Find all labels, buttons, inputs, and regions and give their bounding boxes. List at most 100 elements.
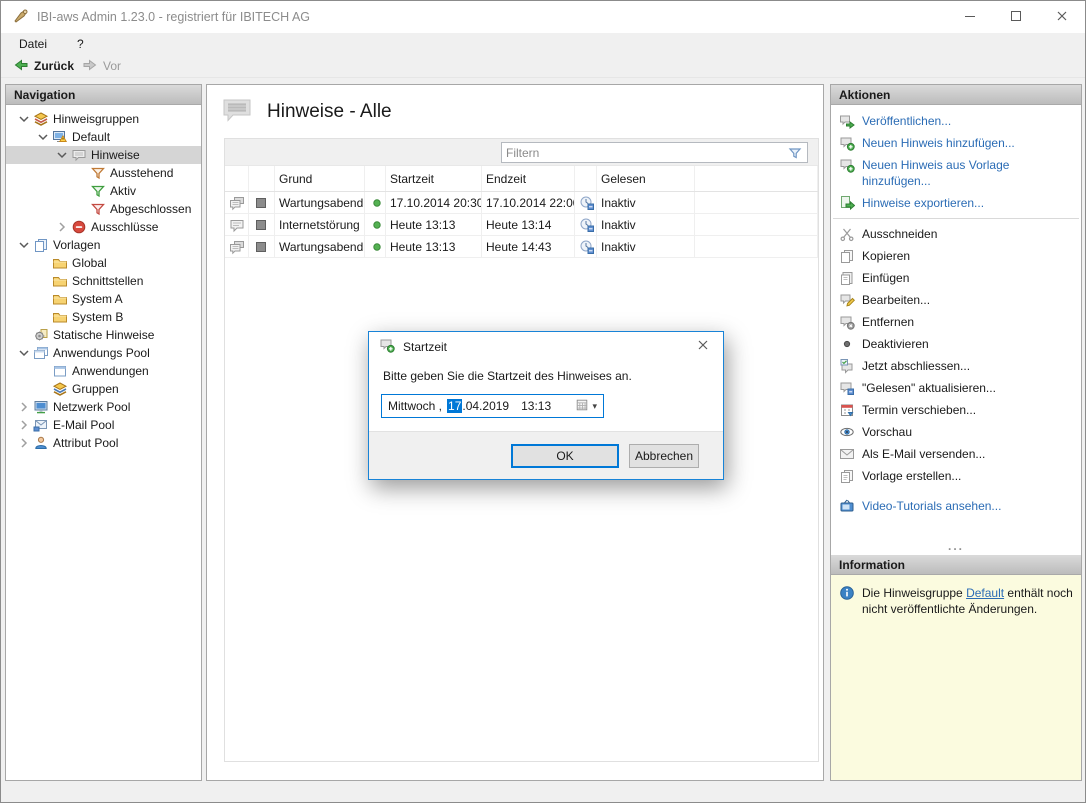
sidebar-item-ausstehend[interactable]: Ausstehend	[6, 164, 201, 182]
datetime-selected-day[interactable]: 17	[447, 399, 462, 413]
action-termin-verschieben[interactable]: Termin verschieben...	[831, 399, 1081, 421]
action-einfuegen[interactable]: Einfügen	[831, 267, 1081, 289]
sidebar-item-abgeschlossen[interactable]: Abgeschlossen	[6, 200, 201, 218]
datetime-date[interactable]: .04.2019	[462, 399, 509, 413]
sidebar-item-anwendungs-pool[interactable]: Anwendungs Pool	[6, 344, 201, 362]
status-active-icon	[369, 217, 385, 233]
datetime-picker[interactable]: Mittwoch , 17 .04.2019 13:13 ▾	[381, 394, 604, 418]
action-deaktivieren[interactable]: Deaktivieren	[831, 333, 1081, 355]
action-label: "Gelesen" aktualisieren...	[862, 380, 996, 396]
filter-input[interactable]: Filtern	[501, 142, 808, 163]
chevron-down-icon[interactable]	[16, 111, 32, 127]
sidebar-item-netzwerk-pool[interactable]: Netzwerk Pool	[6, 398, 201, 416]
dialog-bubble-plus-icon	[379, 337, 395, 356]
tv-icon	[839, 498, 855, 514]
chevron-down-icon[interactable]	[35, 129, 51, 145]
chevron-down-icon[interactable]	[16, 345, 32, 361]
action-entfernen[interactable]: Entfernen	[831, 311, 1081, 333]
cell-endzeit: Heute 13:14	[482, 214, 575, 235]
action-neuen-hinweis-aus-vorlage-hinzufuegen[interactable]: Neuen Hinweis aus Vorlage hinzufügen...	[831, 154, 1081, 192]
remove-icon	[839, 314, 855, 330]
menu-help[interactable]: ?	[73, 35, 88, 53]
table-row[interactable]: Wartungsabend 17.10.2014 20:30 17.10.201…	[225, 192, 818, 214]
column-header-startzeit[interactable]: Startzeit	[386, 166, 482, 191]
eye-icon	[839, 424, 855, 440]
sidebar-item-ausschluesse[interactable]: Ausschlüsse	[6, 218, 201, 236]
sidebar-item-aktiv[interactable]: Aktiv	[6, 182, 201, 200]
column-header-gelesen[interactable]: Gelesen	[597, 166, 695, 191]
ok-button[interactable]: OK	[511, 444, 619, 468]
sidebar-item-system-a[interactable]: System A	[6, 290, 201, 308]
tree-item-label: Attribut Pool	[53, 436, 118, 450]
action-bearbeiten[interactable]: Bearbeiten...	[831, 289, 1081, 311]
column-header-grund[interactable]: Grund	[275, 166, 365, 191]
sidebar-item-hinweisgruppen[interactable]: Hinweisgruppen	[6, 110, 201, 128]
sidebar-item-schnittstellen[interactable]: Schnittstellen	[6, 272, 201, 290]
chevron-spacer	[73, 183, 89, 199]
sidebar-item-attribut-pool[interactable]: Attribut Pool	[6, 434, 201, 452]
maximize-button[interactable]	[993, 1, 1039, 33]
action-jetzt-abschliessen[interactable]: Jetzt abschliessen...	[831, 355, 1081, 377]
action-video-tutorials-ansehen[interactable]: Video-Tutorials ansehen...	[831, 495, 1081, 517]
close-button[interactable]	[1039, 1, 1085, 33]
sidebar-item-statische-hinweise[interactable]: Statische Hinweise	[6, 326, 201, 344]
sidebar-item-system-b[interactable]: System B	[6, 308, 201, 326]
dialog-close-button[interactable]	[693, 335, 713, 358]
menu-datei[interactable]: Datei	[15, 35, 51, 53]
column-header-endzeit[interactable]: Endzeit	[482, 166, 575, 191]
chevron-right-icon[interactable]	[16, 435, 32, 451]
minimize-button[interactable]	[947, 1, 993, 33]
action-hinweise-exportieren[interactable]: Hinweise exportieren...	[831, 192, 1081, 214]
tree-item-label: Anwendungs Pool	[53, 346, 150, 360]
datetime-dropdown-button[interactable]: ▾	[575, 398, 597, 415]
action-kopieren[interactable]: Kopieren	[831, 245, 1081, 267]
datetime-time[interactable]: 13:13	[521, 399, 551, 413]
table-row[interactable]: Internetstörung Heute 13:13 Heute 13:14 …	[225, 214, 818, 236]
panel-splitter-handle[interactable]: ...	[831, 545, 1081, 555]
default-group-link[interactable]: Default	[966, 586, 1004, 600]
back-button[interactable]: Zurück	[9, 57, 78, 76]
action-label: Neuen Hinweis aus Vorlage hinzufügen...	[862, 157, 1075, 189]
chevron-down-icon[interactable]	[54, 147, 70, 163]
sidebar-item-anwendungen[interactable]: Anwendungen	[6, 362, 201, 380]
forward-button[interactable]: Vor	[78, 57, 125, 76]
cell-startzeit: Heute 13:13	[386, 214, 482, 235]
action-vorlage-erstellen[interactable]: Vorlage erstellen...	[831, 465, 1081, 487]
information-text-before: Die Hinweisgruppe	[862, 586, 966, 600]
chevron-right-icon[interactable]	[16, 399, 32, 415]
cancel-button[interactable]: Abbrechen	[629, 444, 699, 468]
actions-header: Aktionen	[831, 85, 1081, 105]
folder-icon	[52, 291, 68, 307]
action-neuen-hinweis-hinzufuegen[interactable]: Neuen Hinweis hinzufügen...	[831, 132, 1081, 154]
sidebar-item-hinweise[interactable]: Hinweise	[6, 146, 201, 164]
action-ausschneiden[interactable]: Ausschneiden	[831, 223, 1081, 245]
sidebar-item-global[interactable]: Global	[6, 254, 201, 272]
column-header-type[interactable]	[225, 166, 249, 191]
action-label: Kopieren	[862, 248, 910, 264]
sidebar-item-gruppen[interactable]: Gruppen	[6, 380, 201, 398]
action-veroeffentlichen[interactable]: Veröffentlichen...	[831, 110, 1081, 132]
monitor-warning-icon	[52, 129, 68, 145]
bubble-icon	[71, 147, 87, 163]
sidebar-item-email-pool[interactable]: E-Mail Pool	[6, 416, 201, 434]
sidebar-item-default[interactable]: Default	[6, 128, 201, 146]
chevron-right-icon[interactable]	[54, 219, 70, 235]
funnel-red-icon	[90, 201, 106, 217]
column-header-clock[interactable]	[575, 166, 597, 191]
chevron-down-icon[interactable]	[16, 237, 32, 253]
action-gelesen-aktualisieren[interactable]: "Gelesen" aktualisieren...	[831, 377, 1081, 399]
column-header-status[interactable]	[365, 166, 386, 191]
filter-funnel-icon[interactable]	[787, 145, 803, 161]
datetime-day[interactable]: Mittwoch ,	[388, 399, 442, 413]
cell-endzeit: Heute 14:43	[482, 236, 575, 257]
action-als-email-versenden[interactable]: Als E-Mail versenden...	[831, 443, 1081, 465]
export-icon	[839, 195, 855, 211]
chevron-spacer	[35, 255, 51, 271]
action-vorschau[interactable]: Vorschau	[831, 421, 1081, 443]
column-header-swatch[interactable]	[249, 166, 275, 191]
table-row[interactable]: Wartungsabend Heute 13:13 Heute 14:43 In…	[225, 236, 818, 258]
tree-item-label: Aktiv	[110, 184, 136, 198]
pages-icon	[33, 237, 49, 253]
sidebar-item-vorlagen[interactable]: Vorlagen	[6, 236, 201, 254]
chevron-right-icon[interactable]	[16, 417, 32, 433]
